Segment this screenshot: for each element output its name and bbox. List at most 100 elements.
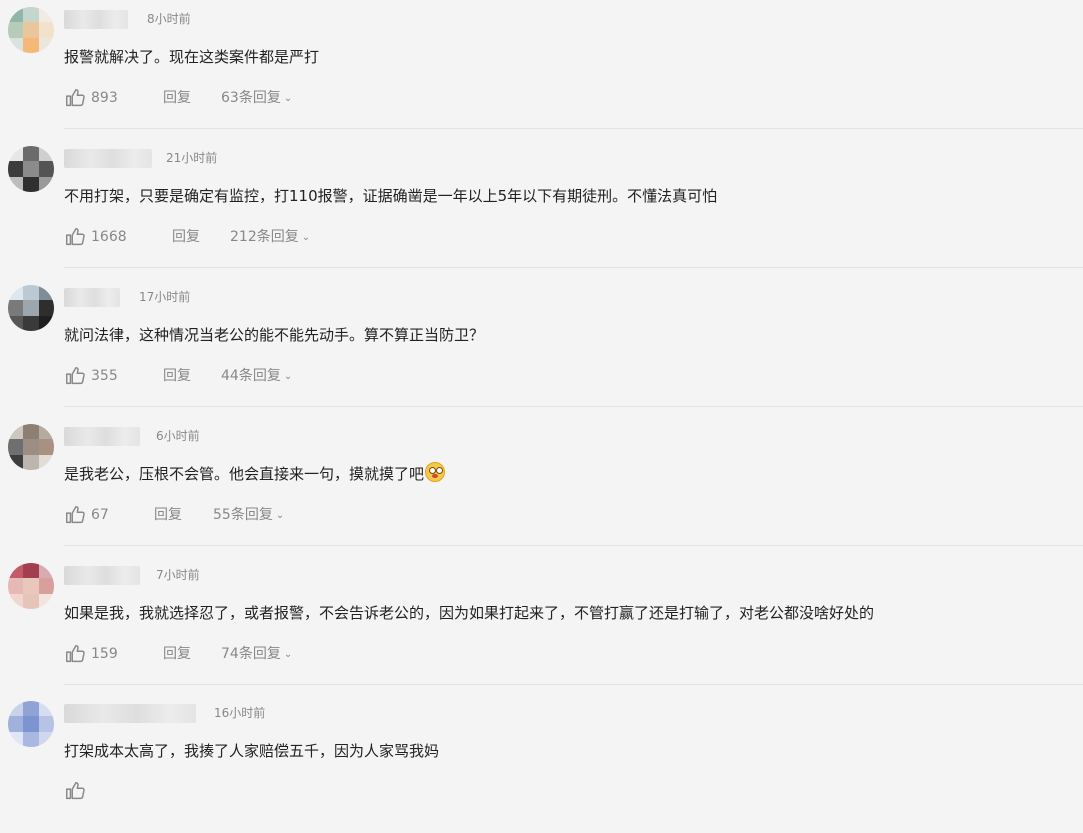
avatar-pixel — [23, 300, 39, 316]
avatar-pixel — [38, 716, 54, 732]
avatar-pixel — [23, 176, 39, 192]
like-button[interactable] — [64, 780, 91, 802]
avatar[interactable] — [8, 701, 54, 747]
view-replies-button[interactable]: 74条回复 ⌄ — [221, 642, 292, 667]
thumbs-up-icon — [66, 367, 85, 385]
avatar-pixel — [38, 578, 54, 594]
like-count: 355 — [91, 368, 118, 384]
avatar-pixel — [38, 146, 54, 162]
avatar-pixel — [8, 315, 24, 331]
avatar-pixel — [38, 300, 54, 316]
timestamp: 7小时前 — [156, 568, 200, 582]
username-blurred[interactable] — [64, 10, 128, 29]
avatar-pixel — [23, 563, 39, 579]
avatar-pixel — [23, 578, 39, 594]
divider — [64, 128, 1083, 129]
like-button[interactable]: 355 — [64, 364, 118, 388]
avatar-pixel — [23, 285, 39, 301]
avatar-pixel — [8, 716, 24, 732]
reply-button[interactable]: 回复 — [172, 225, 200, 249]
comment-item: 16小时前 打架成本太高了，我揍了人家赔偿五千，因为人家骂我妈 — [0, 694, 1083, 833]
chevron-down-icon: ⌄ — [301, 232, 311, 243]
avatar-pixel — [8, 439, 24, 455]
avatar-pixel — [23, 439, 39, 455]
avatar-pixel — [8, 731, 24, 747]
thumbs-up-icon — [66, 228, 85, 246]
avatar-pixel — [8, 424, 24, 440]
timestamp: 17小时前 — [139, 290, 191, 304]
avatar-pixel — [38, 593, 54, 609]
username-blurred[interactable] — [64, 427, 140, 446]
thumbs-up-icon — [66, 89, 85, 107]
avatar-pixel — [8, 146, 24, 162]
avatar-pixel — [23, 731, 39, 747]
like-button[interactable]: 1668 — [64, 225, 127, 249]
avatar-pixel — [8, 161, 24, 177]
like-button[interactable]: 893 — [64, 86, 118, 110]
reply-button[interactable]: 回复 — [163, 642, 191, 666]
avatar[interactable] — [8, 424, 54, 470]
reply-button[interactable]: 回复 — [154, 503, 182, 527]
view-replies-button[interactable]: 212条回复 ⌄ — [230, 225, 310, 250]
avatar-pixel — [38, 439, 54, 455]
reply-button[interactable]: 回复 — [163, 86, 191, 110]
view-replies-button[interactable]: 63条回复 ⌄ — [221, 86, 292, 111]
like-count: 159 — [91, 646, 118, 662]
avatar-pixel — [23, 146, 39, 162]
like-button[interactable]: 67 — [64, 503, 109, 527]
timestamp: 21小时前 — [166, 151, 218, 165]
like-count: 893 — [91, 90, 118, 106]
avatar-pixel — [38, 22, 54, 38]
avatar-pixel — [38, 731, 54, 747]
thumbs-up-icon — [66, 645, 85, 663]
username-blurred[interactable] — [64, 149, 152, 168]
timestamp: 8小时前 — [147, 12, 191, 26]
reply-button[interactable]: 回复 — [163, 364, 191, 388]
avatar[interactable] — [8, 146, 54, 192]
avatar-pixel — [23, 454, 39, 470]
chevron-down-icon: ⌄ — [275, 510, 285, 521]
comment-text: 如果是我，我就选择忍了，或者报警，不会告诉老公的，因为如果打起来了，不管打赢了还… — [64, 604, 875, 622]
timestamp: 6小时前 — [156, 429, 200, 443]
avatar-pixel — [23, 424, 39, 440]
replies-count-label: 212条回复 — [230, 229, 299, 245]
like-button[interactable]: 159 — [64, 642, 118, 666]
view-replies-button[interactable]: 55条回复 ⌄ — [213, 503, 284, 528]
avatar[interactable] — [8, 563, 54, 609]
avatar-pixel — [38, 315, 54, 331]
avatar-pixel — [8, 37, 24, 53]
avatar-pixel — [38, 176, 54, 192]
chevron-down-icon: ⌄ — [283, 371, 293, 382]
divider — [64, 684, 1083, 685]
like-count: 67 — [91, 507, 109, 523]
avatar-pixel — [23, 161, 39, 177]
avatar-pixel — [38, 563, 54, 579]
comment-text: 是我老公，压根不会管。他会直接来一句，摸就摸了吧 — [64, 461, 446, 487]
divider — [64, 267, 1083, 268]
avatar-pixel — [8, 578, 24, 594]
chevron-down-icon: ⌄ — [283, 93, 293, 104]
avatar-pixel — [8, 593, 24, 609]
username-blurred[interactable] — [64, 288, 120, 307]
avatar-pixel — [8, 563, 24, 579]
username-blurred[interactable] — [64, 566, 140, 585]
view-replies-button[interactable]: 44条回复 ⌄ — [221, 364, 292, 389]
avatar-pixel — [38, 7, 54, 23]
avatar[interactable] — [8, 7, 54, 53]
avatar-pixel — [38, 161, 54, 177]
avatar[interactable] — [8, 285, 54, 331]
username-blurred[interactable] — [64, 704, 196, 723]
avatar-pixel — [8, 454, 24, 470]
comment-item: 21小时前 不用打架，只要是确定有监控，打110报警，证据确凿是一年以上5年以下… — [0, 139, 1083, 278]
comment-item: 7小时前 如果是我，我就选择忍了，或者报警，不会告诉老公的，因为如果打起来了，不… — [0, 556, 1083, 695]
comment-item: 8小时前 报警就解决了。现在这类案件都是严打 893 回复 63条回复 ⌄ — [0, 0, 1083, 139]
comment-text: 不用打架，只要是确定有监控，打110报警，证据确凿是一年以上5年以下有期徒刑。不… — [64, 187, 718, 205]
chevron-down-icon: ⌄ — [283, 649, 293, 660]
divider — [64, 406, 1083, 407]
avatar-pixel — [38, 454, 54, 470]
replies-count-label: 44条回复 — [221, 368, 281, 384]
like-count: 1668 — [91, 229, 127, 245]
thumbs-up-icon — [66, 506, 85, 524]
avatar-pixel — [38, 37, 54, 53]
avatar-pixel — [38, 701, 54, 717]
